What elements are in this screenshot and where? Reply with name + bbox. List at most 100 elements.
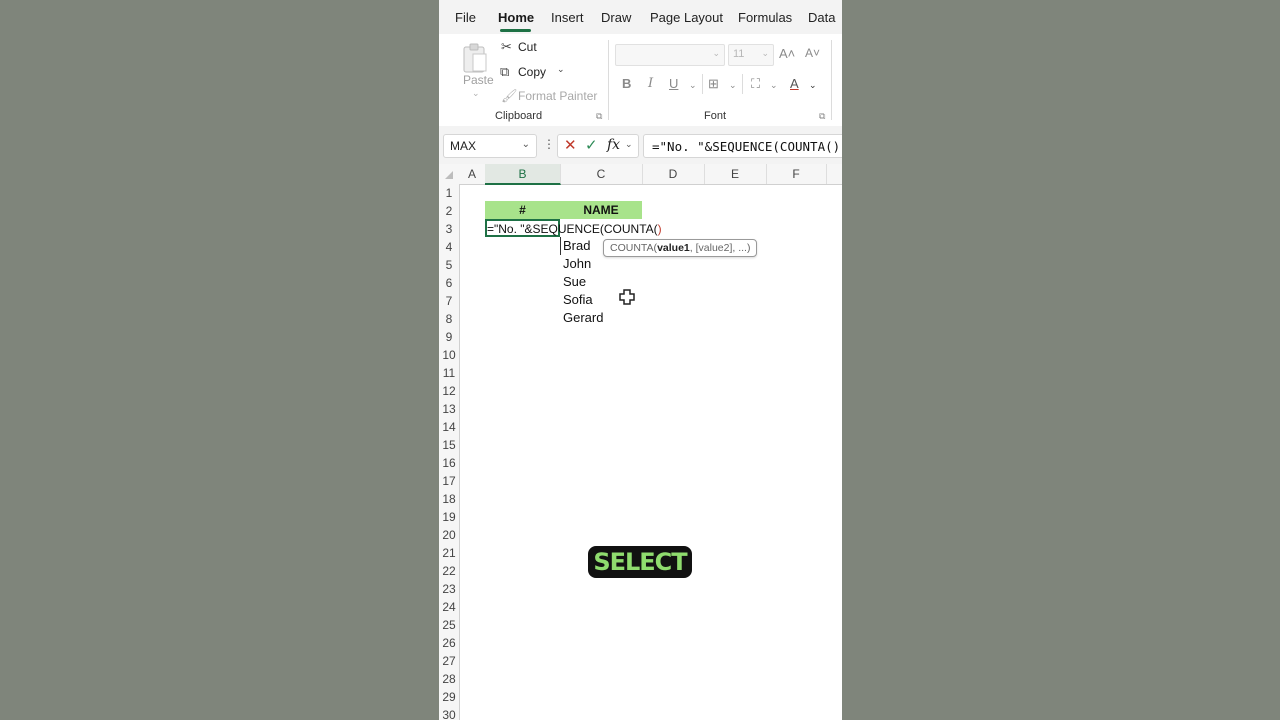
group-divider: [742, 74, 743, 94]
row-header[interactable]: 27: [439, 652, 459, 670]
column-headers: A B C D E F: [439, 164, 842, 185]
underline-icon[interactable]: U: [669, 76, 678, 91]
column-header-d[interactable]: D: [642, 164, 705, 184]
row-header[interactable]: 16: [439, 454, 459, 472]
paste-button[interactable]: Paste: [463, 73, 494, 87]
italic-icon[interactable]: I: [648, 76, 653, 91]
row-header[interactable]: 13: [439, 400, 459, 418]
cancel-icon[interactable]: ✕: [564, 136, 577, 154]
increase-font-size-icon[interactable]: A˄: [779, 46, 795, 61]
header-cell-name[interactable]: NAME: [560, 201, 642, 219]
row-header[interactable]: 20: [439, 526, 459, 544]
cell-cursor-icon: [619, 289, 635, 305]
group-divider: [702, 74, 703, 94]
formula-input[interactable]: ="No. "&SEQUENCE(COUNTA(): [643, 134, 842, 158]
column-header-b[interactable]: B: [485, 164, 561, 185]
formula-buttons: ✕ ✓ fx ⌄: [557, 134, 639, 158]
caption-overlay: SELECT: [588, 546, 692, 578]
video-background-left: [0, 0, 439, 720]
row-header[interactable]: 26: [439, 634, 459, 652]
paste-icon[interactable]: [461, 42, 489, 74]
row-header[interactable]: 7: [439, 292, 459, 310]
row-header[interactable]: 6: [439, 274, 459, 292]
excel-window: File Home Insert Draw Page Layout Formul…: [439, 0, 842, 720]
row-header[interactable]: 17: [439, 472, 459, 490]
row-header[interactable]: 8: [439, 310, 459, 328]
row-header[interactable]: 4: [439, 238, 459, 256]
chevron-down-icon[interactable]: ⌄: [625, 139, 633, 150]
row-headers: 1 2 3 4 5 6 7 8 9 10 11 12 13 14 15 16 1…: [439, 184, 460, 720]
decrease-font-size-icon[interactable]: A˅: [805, 46, 820, 60]
row-header[interactable]: 1: [439, 184, 459, 202]
range-reference-marker: [560, 237, 561, 255]
tab-insert[interactable]: Insert: [551, 10, 584, 25]
name-cell[interactable]: Brad: [563, 237, 590, 255]
font-color-icon[interactable]: A: [790, 76, 799, 91]
column-header-f[interactable]: F: [766, 164, 827, 184]
row-header[interactable]: 18: [439, 490, 459, 508]
row-header[interactable]: 23: [439, 580, 459, 598]
font-launcher-icon[interactable]: ⧉: [819, 111, 825, 122]
row-header[interactable]: 24: [439, 598, 459, 616]
insert-function-icon[interactable]: fx: [607, 137, 620, 153]
fill-color-dropdown-icon[interactable]: ⌄: [770, 80, 778, 91]
row-header[interactable]: 19: [439, 508, 459, 526]
row-header[interactable]: 9: [439, 328, 459, 346]
row-header[interactable]: 5: [439, 256, 459, 274]
row-header[interactable]: 21: [439, 544, 459, 562]
header-cell-hash[interactable]: #: [485, 201, 560, 219]
name-cell[interactable]: John: [563, 255, 591, 273]
cell-edit-text[interactable]: ="No. "&SEQUENCE(COUNTA(): [487, 222, 662, 236]
copy-dropdown-icon[interactable]: ⌄: [557, 64, 565, 75]
copy-icon: ⧉: [500, 64, 510, 79]
row-header[interactable]: 12: [439, 382, 459, 400]
font-size-select[interactable]: 11 ⌄: [728, 44, 774, 66]
enter-icon[interactable]: ✓: [585, 136, 598, 154]
cut-button[interactable]: Cut: [518, 40, 537, 54]
column-header-a[interactable]: A: [459, 164, 486, 184]
tab-file[interactable]: File: [455, 10, 476, 25]
row-header[interactable]: 28: [439, 670, 459, 688]
bold-icon[interactable]: B: [622, 76, 631, 91]
clipboard-launcher-icon[interactable]: ⧉: [596, 111, 602, 122]
row-header[interactable]: 15: [439, 436, 459, 454]
row-header[interactable]: 14: [439, 418, 459, 436]
column-header-e[interactable]: E: [704, 164, 767, 184]
more-options-icon[interactable]: ⋮: [543, 137, 555, 151]
fill-color-icon[interactable]: ⛶: [751, 76, 760, 92]
chevron-down-icon: ⌄: [761, 48, 769, 58]
format-painter-icon: 🖌: [501, 88, 518, 103]
name-cell[interactable]: Sue: [563, 273, 586, 291]
function-tooltip[interactable]: COUNTA(value1, [value2], ...): [603, 239, 758, 257]
row-header[interactable]: 11: [439, 364, 459, 382]
name-box[interactable]: MAX ⌄: [443, 134, 537, 158]
ribbon: Paste ⌄ ✂ Cut ⧉ Copy ⌄ 🖌 Format Painter …: [443, 34, 842, 127]
row-header[interactable]: 30: [439, 706, 459, 720]
format-painter-button[interactable]: Format Painter: [518, 89, 597, 103]
active-tab-indicator: [500, 29, 531, 32]
select-all-corner[interactable]: [439, 164, 459, 184]
font-color-dropdown-icon[interactable]: ⌄: [809, 80, 817, 91]
tab-formulas[interactable]: Formulas: [738, 10, 792, 25]
tab-draw[interactable]: Draw: [601, 10, 631, 25]
borders-icon[interactable]: ⊞: [708, 76, 719, 92]
borders-dropdown-icon[interactable]: ⌄: [729, 80, 737, 91]
underline-dropdown-icon[interactable]: ⌄: [689, 80, 697, 91]
column-header-c[interactable]: C: [560, 164, 643, 184]
row-header[interactable]: 10: [439, 346, 459, 364]
name-cell[interactable]: Sofia: [563, 291, 593, 309]
row-header[interactable]: 29: [439, 688, 459, 706]
row-header[interactable]: 25: [439, 616, 459, 634]
row-header[interactable]: 2: [439, 202, 459, 220]
row-header[interactable]: 3: [439, 220, 459, 238]
copy-button[interactable]: Copy: [518, 65, 546, 79]
font-name-select[interactable]: ⌄: [615, 44, 725, 66]
row-header[interactable]: 22: [439, 562, 459, 580]
tab-home[interactable]: Home: [498, 10, 534, 25]
tab-data[interactable]: Data: [808, 10, 835, 25]
name-cell[interactable]: Gerard: [563, 309, 603, 327]
group-divider: [831, 40, 832, 120]
tab-page-layout[interactable]: Page Layout: [650, 10, 723, 25]
paste-dropdown-icon[interactable]: ⌄: [472, 88, 480, 99]
chevron-down-icon: ⌄: [712, 48, 720, 58]
